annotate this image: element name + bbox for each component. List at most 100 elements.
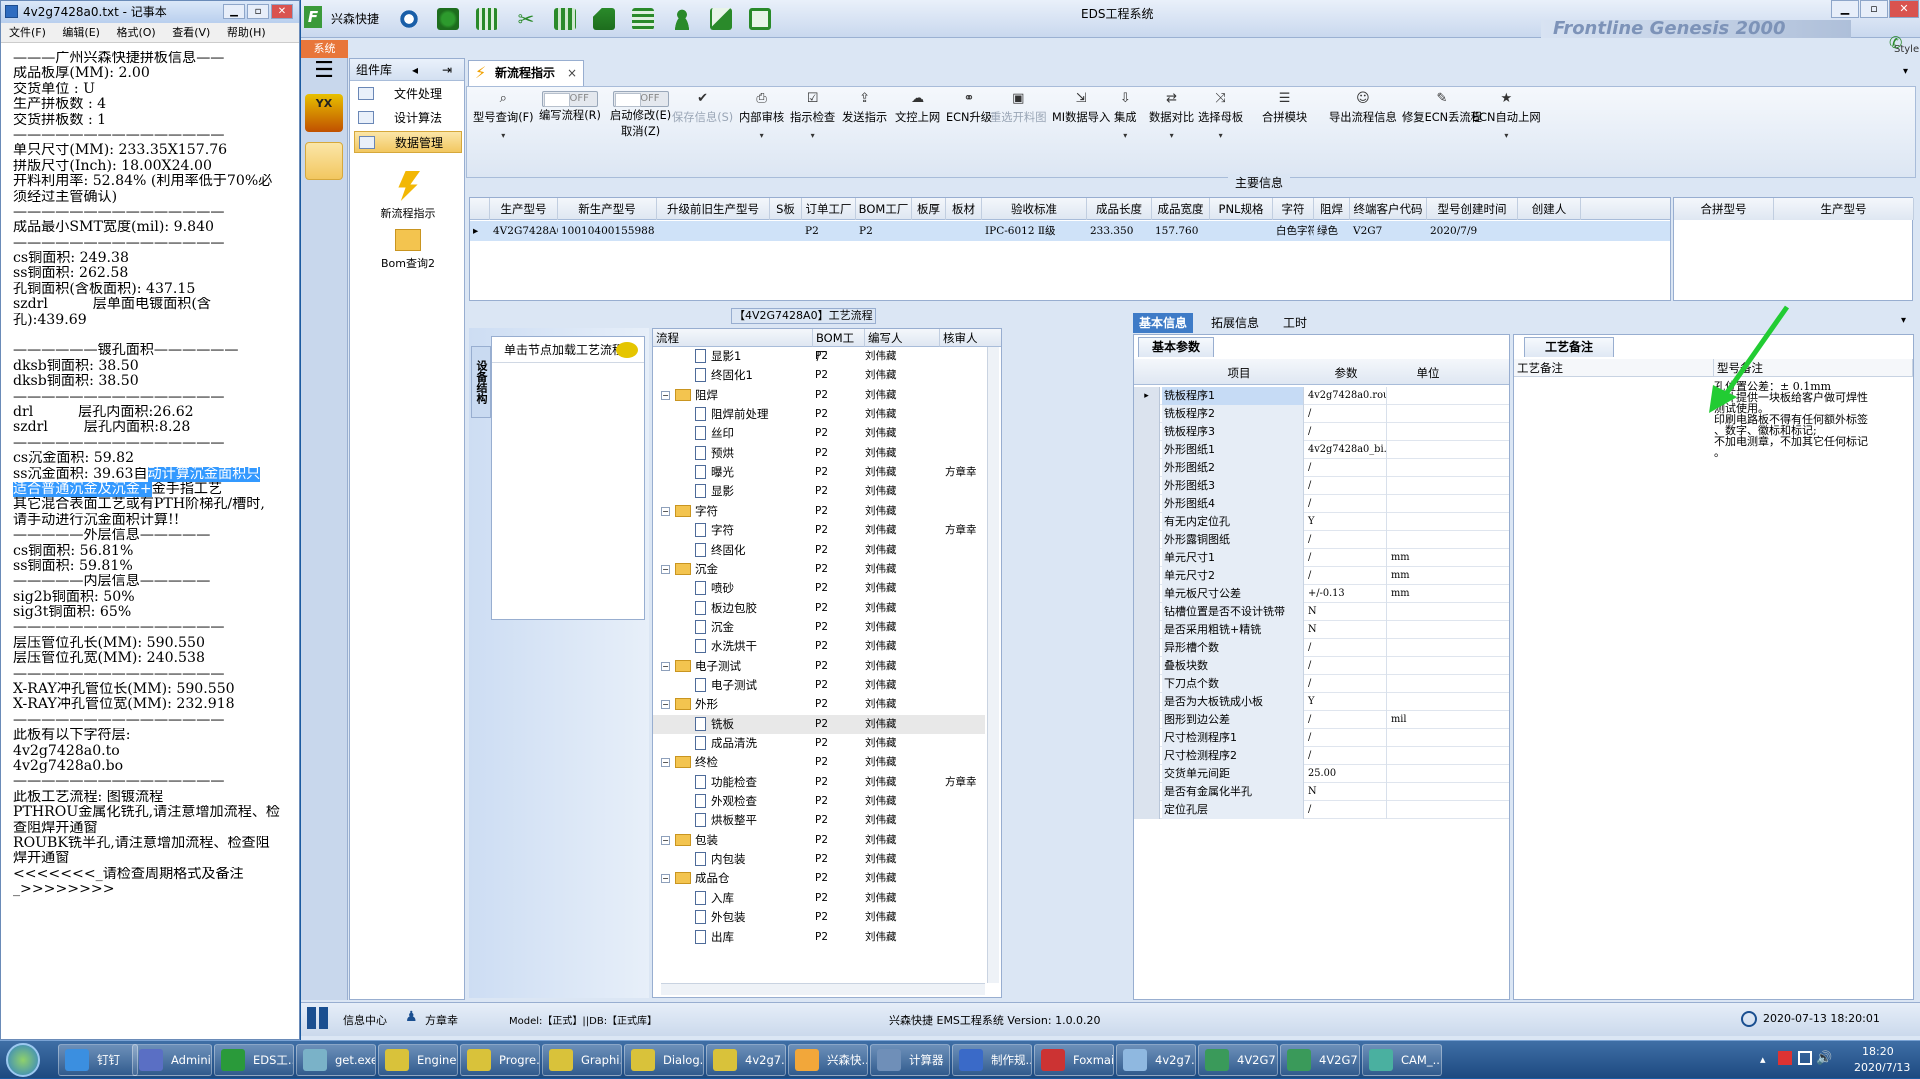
row-header[interactable] (1134, 765, 1160, 783)
row-header[interactable] (1134, 693, 1160, 711)
start-button[interactable] (6, 1043, 40, 1077)
params-row[interactable]: 是否有金属化半孔 N (1134, 783, 1509, 801)
tree-row[interactable]: −沉金P2刘伟藏已编写 (653, 560, 985, 579)
ribbon-button-5[interactable]: ☑ 指示检查 ▾ (790, 91, 835, 140)
tree-header-writer[interactable]: 编写人 (865, 329, 940, 347)
tree-row[interactable]: −字符P2刘伟藏已编写 (653, 502, 985, 521)
chevron-down-icon[interactable]: ▾ (1198, 131, 1243, 140)
notepad-text-area[interactable]: ———广州兴森快捷拼板信息—— 成品板厚(MM): 2.00 交货单位 : U 生产拼… (13, 51, 295, 1037)
params-row[interactable]: 单元尺寸1/ mm (1134, 549, 1509, 567)
params-row[interactable]: ▸铣板程序14v2g7428a0.roubk (1134, 387, 1509, 405)
params-row[interactable]: 外形图纸4/ (1134, 495, 1509, 513)
grid-cell[interactable] (912, 221, 946, 241)
params-row[interactable]: 是否采用粗铣+精铣 N (1134, 621, 1509, 639)
tree-row[interactable]: −包装P2刘伟藏已编写 (653, 831, 985, 850)
grid-cell[interactable]: 157.760 (1152, 221, 1210, 241)
params-cell-v[interactable]: 25.00 (1305, 765, 1387, 783)
tree-header-bom[interactable]: BOM工厂 (813, 329, 865, 363)
grid-cell[interactable] (770, 221, 802, 241)
params-row[interactable]: 是否为大板铣成小板 Y (1134, 693, 1509, 711)
taskbar-item[interactable]: get.exe (296, 1044, 376, 1076)
ribbon-button-2[interactable]: OFF 启动修改(E) 取消(Z) (610, 91, 671, 139)
params-cell-v[interactable]: 4v2g7428a0_bi... (1305, 441, 1387, 459)
grid-header[interactable]: 成品长度 (1087, 198, 1152, 220)
grid-cell[interactable]: 10010400155988 (558, 221, 657, 241)
taskbar-item[interactable]: Graphi... (542, 1044, 622, 1076)
grid-cell[interactable]: V2G7 (1350, 221, 1427, 241)
row-header[interactable] (1134, 441, 1160, 459)
taskbar-item[interactable]: Foxmail (1034, 1044, 1114, 1076)
params-row[interactable]: 下刀点个数 / (1134, 675, 1509, 693)
params-row[interactable]: 定位孔层 / (1134, 801, 1509, 819)
minimize-button[interactable]: ▁ (1831, 0, 1859, 18)
ribbon-button-16[interactable]: ✎ 修复ECN丢流程 (1402, 91, 1482, 125)
complib-item-file[interactable]: 文件处理 (354, 83, 462, 105)
row-header[interactable] (1134, 639, 1160, 657)
collapse-toggle-icon[interactable]: − (661, 564, 670, 574)
params-tab[interactable]: 基本参数 (1138, 337, 1214, 357)
grid-cell[interactable] (1518, 221, 1581, 241)
grid-header[interactable]: 字符 (1273, 198, 1314, 220)
ribbon-button-0[interactable]: ⌕ 型号查询(F) ▾ (473, 91, 534, 140)
flag-icon[interactable] (1778, 1051, 1792, 1065)
grid-header[interactable]: BOM工厂 (856, 198, 912, 220)
params-cell-v[interactable]: N (1305, 603, 1387, 621)
grid-header[interactable]: 新生产型号 (558, 198, 657, 220)
ribbon-button-17[interactable]: ★ ECN自动上网 ▾ (1472, 91, 1541, 140)
params-cell-v[interactable]: / (1305, 711, 1387, 729)
params-cell-v[interactable]: / (1305, 657, 1387, 675)
grid-header[interactable]: S板 (770, 198, 802, 220)
grid-cell[interactable]: 233.350 (1087, 221, 1152, 241)
taskbar-item[interactable]: Engine... (378, 1044, 458, 1076)
row-header[interactable] (1134, 783, 1160, 801)
grid-cell[interactable]: P2 (802, 221, 856, 241)
ribbon-button-12[interactable]: ⇄ 数据对比 ▾ (1149, 91, 1194, 140)
tree-row[interactable]: 功能检查P2刘伟藏方章幸已审核 (653, 773, 985, 792)
params-cell-v[interactable]: / (1305, 567, 1387, 585)
dropdown-icon[interactable]: ▾ (1901, 315, 1906, 326)
params-row[interactable]: 图形到边公差 / mil (1134, 711, 1509, 729)
grid-header[interactable]: 终端客户代码 (1350, 198, 1427, 220)
doc-tab-new-process[interactable]: ⚡ 新流程指示 × (468, 60, 584, 86)
params-col-item[interactable]: 项目 (1174, 365, 1304, 381)
params-cell-v[interactable]: / (1305, 675, 1387, 693)
tab-extended-info[interactable]: 拓展信息 (1205, 313, 1265, 333)
ribbon-button-1[interactable]: OFF 编写流程(R) (539, 91, 601, 123)
params-col-unit[interactable]: 单位 (1388, 365, 1468, 381)
ribbon-button-6[interactable]: ⇪ 发送指示 (842, 91, 887, 125)
taskbar-item[interactable]: 4v2g7... (1116, 1044, 1196, 1076)
ribbon-button-14[interactable]: ☰ 合拼模块 (1262, 91, 1307, 125)
params-cell-v[interactable]: / (1305, 531, 1387, 549)
collapse-toggle-icon[interactable]: − (661, 390, 670, 400)
params-cell-v[interactable]: / (1305, 495, 1387, 513)
ribbon-button-3[interactable]: ✔ 保存信息(S) (672, 91, 733, 125)
tree-row[interactable]: −电子测试P2刘伟藏已编写 (653, 657, 985, 676)
grid-header[interactable]: 验收标准 (982, 198, 1087, 220)
params-row[interactable]: 铣板程序2/ (1134, 405, 1509, 423)
menu-format[interactable]: 格式(O) (116, 26, 155, 39)
params-cell-v[interactable]: / (1305, 747, 1387, 765)
minimize-button[interactable]: ▁ (223, 4, 245, 19)
row-header[interactable] (1134, 621, 1160, 639)
params-row[interactable]: 异形槽个数 / (1134, 639, 1509, 657)
row-header[interactable] (1134, 459, 1160, 477)
row-header[interactable] (1134, 495, 1160, 513)
table-icon[interactable] (476, 8, 498, 30)
pin-icon[interactable]: ⇥ (442, 59, 452, 81)
ribbon-button-8[interactable]: ⚭ ECN升级 (946, 91, 992, 125)
tree-row[interactable]: 板边包胶P2刘伟藏已编写 (653, 599, 985, 618)
params-cell-v[interactable]: / (1305, 477, 1387, 495)
taskbar-item[interactable]: EDS工... (214, 1044, 294, 1076)
tree-row[interactable]: 沉金P2刘伟藏已编写 (653, 618, 985, 637)
params-cell-v[interactable]: N (1305, 621, 1387, 639)
params-cell-v[interactable]: / (1305, 459, 1387, 477)
row-header[interactable] (1134, 567, 1160, 585)
menu-view[interactable]: 查看(V) (172, 26, 210, 39)
row-header[interactable] (1134, 711, 1160, 729)
params-cell-v[interactable]: +/-0.13 (1305, 585, 1387, 603)
tree-row[interactable]: 丝印P2刘伟藏已编写 (653, 424, 985, 443)
tree-row[interactable]: 曝光P2刘伟藏方章幸已审核 (653, 463, 985, 482)
tree-header-reviewer[interactable]: 核审人 (940, 329, 1001, 347)
grid-cell[interactable] (1210, 221, 1273, 241)
toggle-switch[interactable]: OFF (541, 91, 598, 107)
